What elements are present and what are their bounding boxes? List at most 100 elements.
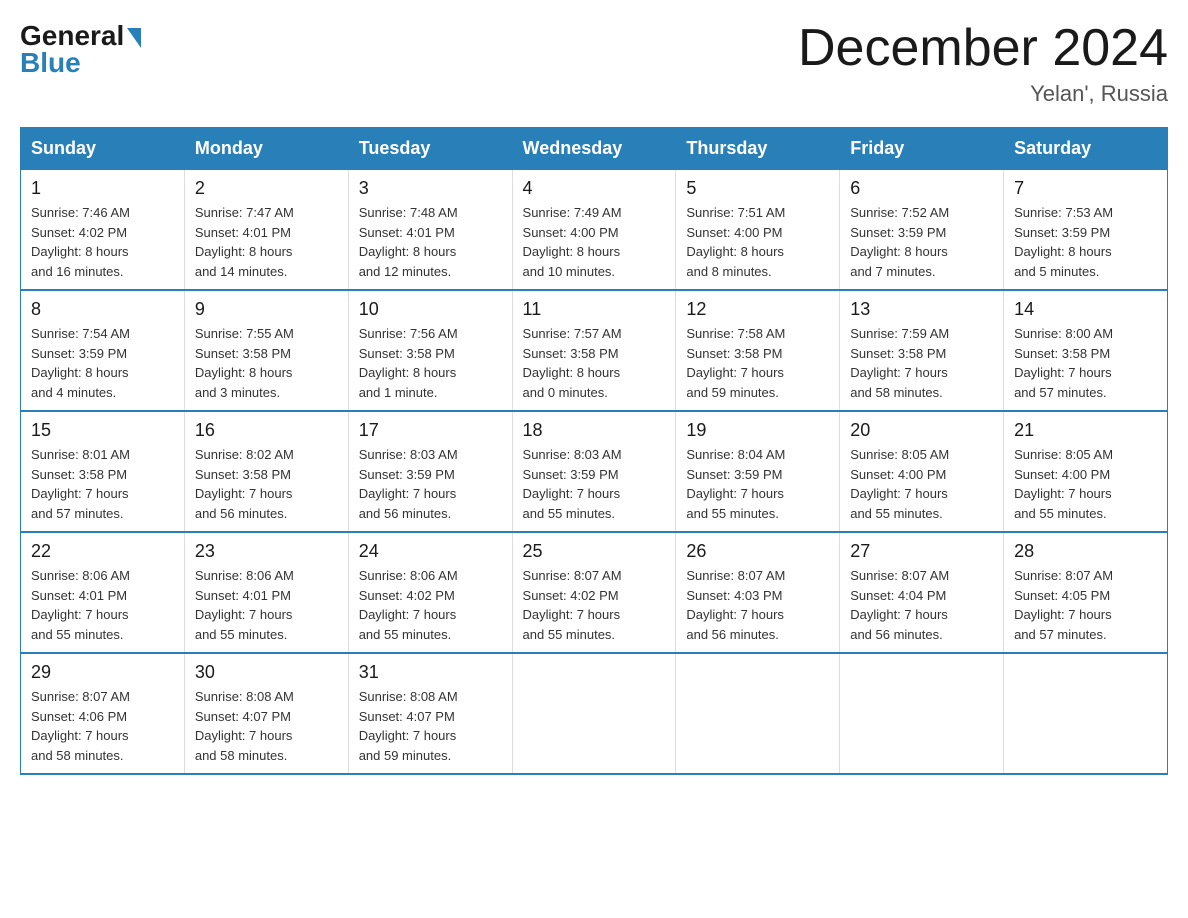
day-number: 29 — [31, 662, 174, 683]
day-cell: 2 Sunrise: 7:47 AMSunset: 4:01 PMDaylight… — [184, 170, 348, 291]
day-cell — [840, 653, 1004, 774]
day-info: Sunrise: 8:06 AMSunset: 4:01 PMDaylight:… — [31, 566, 174, 644]
location: Yelan', Russia — [798, 81, 1168, 107]
day-info: Sunrise: 7:47 AMSunset: 4:01 PMDaylight:… — [195, 203, 338, 281]
logo: General Blue — [20, 20, 141, 79]
day-info: Sunrise: 7:56 AMSunset: 3:58 PMDaylight:… — [359, 324, 502, 402]
day-cell: 14 Sunrise: 8:00 AMSunset: 3:58 PMDayligh… — [1004, 290, 1168, 411]
day-info: Sunrise: 8:07 AMSunset: 4:04 PMDaylight:… — [850, 566, 993, 644]
day-number: 11 — [523, 299, 666, 320]
calendar-table: SundayMondayTuesdayWednesdayThursdayFrid… — [20, 127, 1168, 775]
day-cell: 27 Sunrise: 8:07 AMSunset: 4:04 PMDayligh… — [840, 532, 1004, 653]
day-cell: 12Sunrise: 7:58 AMSunset: 3:58 PMDayligh… — [676, 290, 840, 411]
day-number: 10 — [359, 299, 502, 320]
day-number: 26 — [686, 541, 829, 562]
day-info: Sunrise: 8:01 AMSunset: 3:58 PMDaylight:… — [31, 445, 174, 523]
header-monday: Monday — [184, 128, 348, 170]
day-cell: 30 Sunrise: 8:08 AMSunset: 4:07 PMDayligh… — [184, 653, 348, 774]
day-info: Sunrise: 8:03 AMSunset: 3:59 PMDaylight:… — [359, 445, 502, 523]
day-cell: 10 Sunrise: 7:56 AMSunset: 3:58 PMDayligh… — [348, 290, 512, 411]
day-number: 9 — [195, 299, 338, 320]
day-cell: 9 Sunrise: 7:55 AMSunset: 3:58 PMDaylight… — [184, 290, 348, 411]
day-info: Sunrise: 7:46 AMSunset: 4:02 PMDaylight:… — [31, 203, 174, 281]
day-cell: 19Sunrise: 8:04 AMSunset: 3:59 PMDayligh… — [676, 411, 840, 532]
day-info: Sunrise: 8:06 AMSunset: 4:01 PMDaylight:… — [195, 566, 338, 644]
day-info: Sunrise: 7:53 AMSunset: 3:59 PMDaylight:… — [1014, 203, 1157, 281]
day-cell: 3Sunrise: 7:48 AMSunset: 4:01 PMDaylight… — [348, 170, 512, 291]
day-cell — [512, 653, 676, 774]
header-friday: Friday — [840, 128, 1004, 170]
day-number: 6 — [850, 178, 993, 199]
week-row-1: 1 Sunrise: 7:46 AMSunset: 4:02 PMDaylight… — [21, 170, 1168, 291]
day-cell: 28Sunrise: 8:07 AMSunset: 4:05 PMDayligh… — [1004, 532, 1168, 653]
calendar-header: SundayMondayTuesdayWednesdayThursdayFrid… — [21, 128, 1168, 170]
day-number: 23 — [195, 541, 338, 562]
day-number: 1 — [31, 178, 174, 199]
header-thursday: Thursday — [676, 128, 840, 170]
day-info: Sunrise: 7:59 AMSunset: 3:58 PMDaylight:… — [850, 324, 993, 402]
day-cell: 24Sunrise: 8:06 AMSunset: 4:02 PMDayligh… — [348, 532, 512, 653]
day-cell: 16 Sunrise: 8:02 AMSunset: 3:58 PMDayligh… — [184, 411, 348, 532]
day-cell: 23 Sunrise: 8:06 AMSunset: 4:01 PMDayligh… — [184, 532, 348, 653]
title-area: December 2024 Yelan', Russia — [798, 20, 1168, 107]
day-info: Sunrise: 8:07 AMSunset: 4:02 PMDaylight:… — [523, 566, 666, 644]
header-saturday: Saturday — [1004, 128, 1168, 170]
day-number: 30 — [195, 662, 338, 683]
day-cell: 13 Sunrise: 7:59 AMSunset: 3:58 PMDayligh… — [840, 290, 1004, 411]
day-info: Sunrise: 8:05 AMSunset: 4:00 PMDaylight:… — [1014, 445, 1157, 523]
day-number: 5 — [686, 178, 829, 199]
day-number: 8 — [31, 299, 174, 320]
day-cell: 8 Sunrise: 7:54 AMSunset: 3:59 PMDaylight… — [21, 290, 185, 411]
day-info: Sunrise: 7:55 AMSunset: 3:58 PMDaylight:… — [195, 324, 338, 402]
day-info: Sunrise: 8:07 AMSunset: 4:03 PMDaylight:… — [686, 566, 829, 644]
header-wednesday: Wednesday — [512, 128, 676, 170]
day-number: 16 — [195, 420, 338, 441]
day-cell: 15 Sunrise: 8:01 AMSunset: 3:58 PMDayligh… — [21, 411, 185, 532]
header-sunday: Sunday — [21, 128, 185, 170]
calendar-body: 1 Sunrise: 7:46 AMSunset: 4:02 PMDaylight… — [21, 170, 1168, 775]
day-cell: 17Sunrise: 8:03 AMSunset: 3:59 PMDayligh… — [348, 411, 512, 532]
day-cell: 20 Sunrise: 8:05 AMSunset: 4:00 PMDayligh… — [840, 411, 1004, 532]
day-number: 15 — [31, 420, 174, 441]
day-cell: 1 Sunrise: 7:46 AMSunset: 4:02 PMDaylight… — [21, 170, 185, 291]
day-number: 27 — [850, 541, 993, 562]
day-info: Sunrise: 8:07 AMSunset: 4:05 PMDaylight:… — [1014, 566, 1157, 644]
day-number: 14 — [1014, 299, 1157, 320]
day-cell: 22 Sunrise: 8:06 AMSunset: 4:01 PMDayligh… — [21, 532, 185, 653]
day-cell: 11Sunrise: 7:57 AMSunset: 3:58 PMDayligh… — [512, 290, 676, 411]
day-number: 12 — [686, 299, 829, 320]
day-info: Sunrise: 8:00 AMSunset: 3:58 PMDaylight:… — [1014, 324, 1157, 402]
day-number: 18 — [523, 420, 666, 441]
week-row-5: 29Sunrise: 8:07 AMSunset: 4:06 PMDayligh… — [21, 653, 1168, 774]
day-cell: 21Sunrise: 8:05 AMSunset: 4:00 PMDayligh… — [1004, 411, 1168, 532]
day-number: 20 — [850, 420, 993, 441]
day-number: 31 — [359, 662, 502, 683]
header-tuesday: Tuesday — [348, 128, 512, 170]
day-info: Sunrise: 8:03 AMSunset: 3:59 PMDaylight:… — [523, 445, 666, 523]
day-info: Sunrise: 8:08 AMSunset: 4:07 PMDaylight:… — [195, 687, 338, 765]
day-info: Sunrise: 7:54 AMSunset: 3:59 PMDaylight:… — [31, 324, 174, 402]
day-info: Sunrise: 8:06 AMSunset: 4:02 PMDaylight:… — [359, 566, 502, 644]
day-number: 3 — [359, 178, 502, 199]
day-info: Sunrise: 8:08 AMSunset: 4:07 PMDaylight:… — [359, 687, 502, 765]
day-number: 7 — [1014, 178, 1157, 199]
day-number: 2 — [195, 178, 338, 199]
day-info: Sunrise: 8:04 AMSunset: 3:59 PMDaylight:… — [686, 445, 829, 523]
week-row-2: 8 Sunrise: 7:54 AMSunset: 3:59 PMDaylight… — [21, 290, 1168, 411]
logo-arrow-icon — [127, 28, 141, 48]
day-cell: 26 Sunrise: 8:07 AMSunset: 4:03 PMDayligh… — [676, 532, 840, 653]
day-cell: 29Sunrise: 8:07 AMSunset: 4:06 PMDayligh… — [21, 653, 185, 774]
day-info: Sunrise: 8:05 AMSunset: 4:00 PMDaylight:… — [850, 445, 993, 523]
week-row-4: 22 Sunrise: 8:06 AMSunset: 4:01 PMDayligh… — [21, 532, 1168, 653]
day-cell — [676, 653, 840, 774]
day-cell: 25Sunrise: 8:07 AMSunset: 4:02 PMDayligh… — [512, 532, 676, 653]
week-row-3: 15 Sunrise: 8:01 AMSunset: 3:58 PMDayligh… — [21, 411, 1168, 532]
day-number: 13 — [850, 299, 993, 320]
day-cell — [1004, 653, 1168, 774]
day-cell: 4Sunrise: 7:49 AMSunset: 4:00 PMDaylight… — [512, 170, 676, 291]
day-number: 22 — [31, 541, 174, 562]
month-title: December 2024 — [798, 20, 1168, 77]
day-info: Sunrise: 8:02 AMSunset: 3:58 PMDaylight:… — [195, 445, 338, 523]
day-info: Sunrise: 7:52 AMSunset: 3:59 PMDaylight:… — [850, 203, 993, 281]
day-cell: 31 Sunrise: 8:08 AMSunset: 4:07 PMDayligh… — [348, 653, 512, 774]
